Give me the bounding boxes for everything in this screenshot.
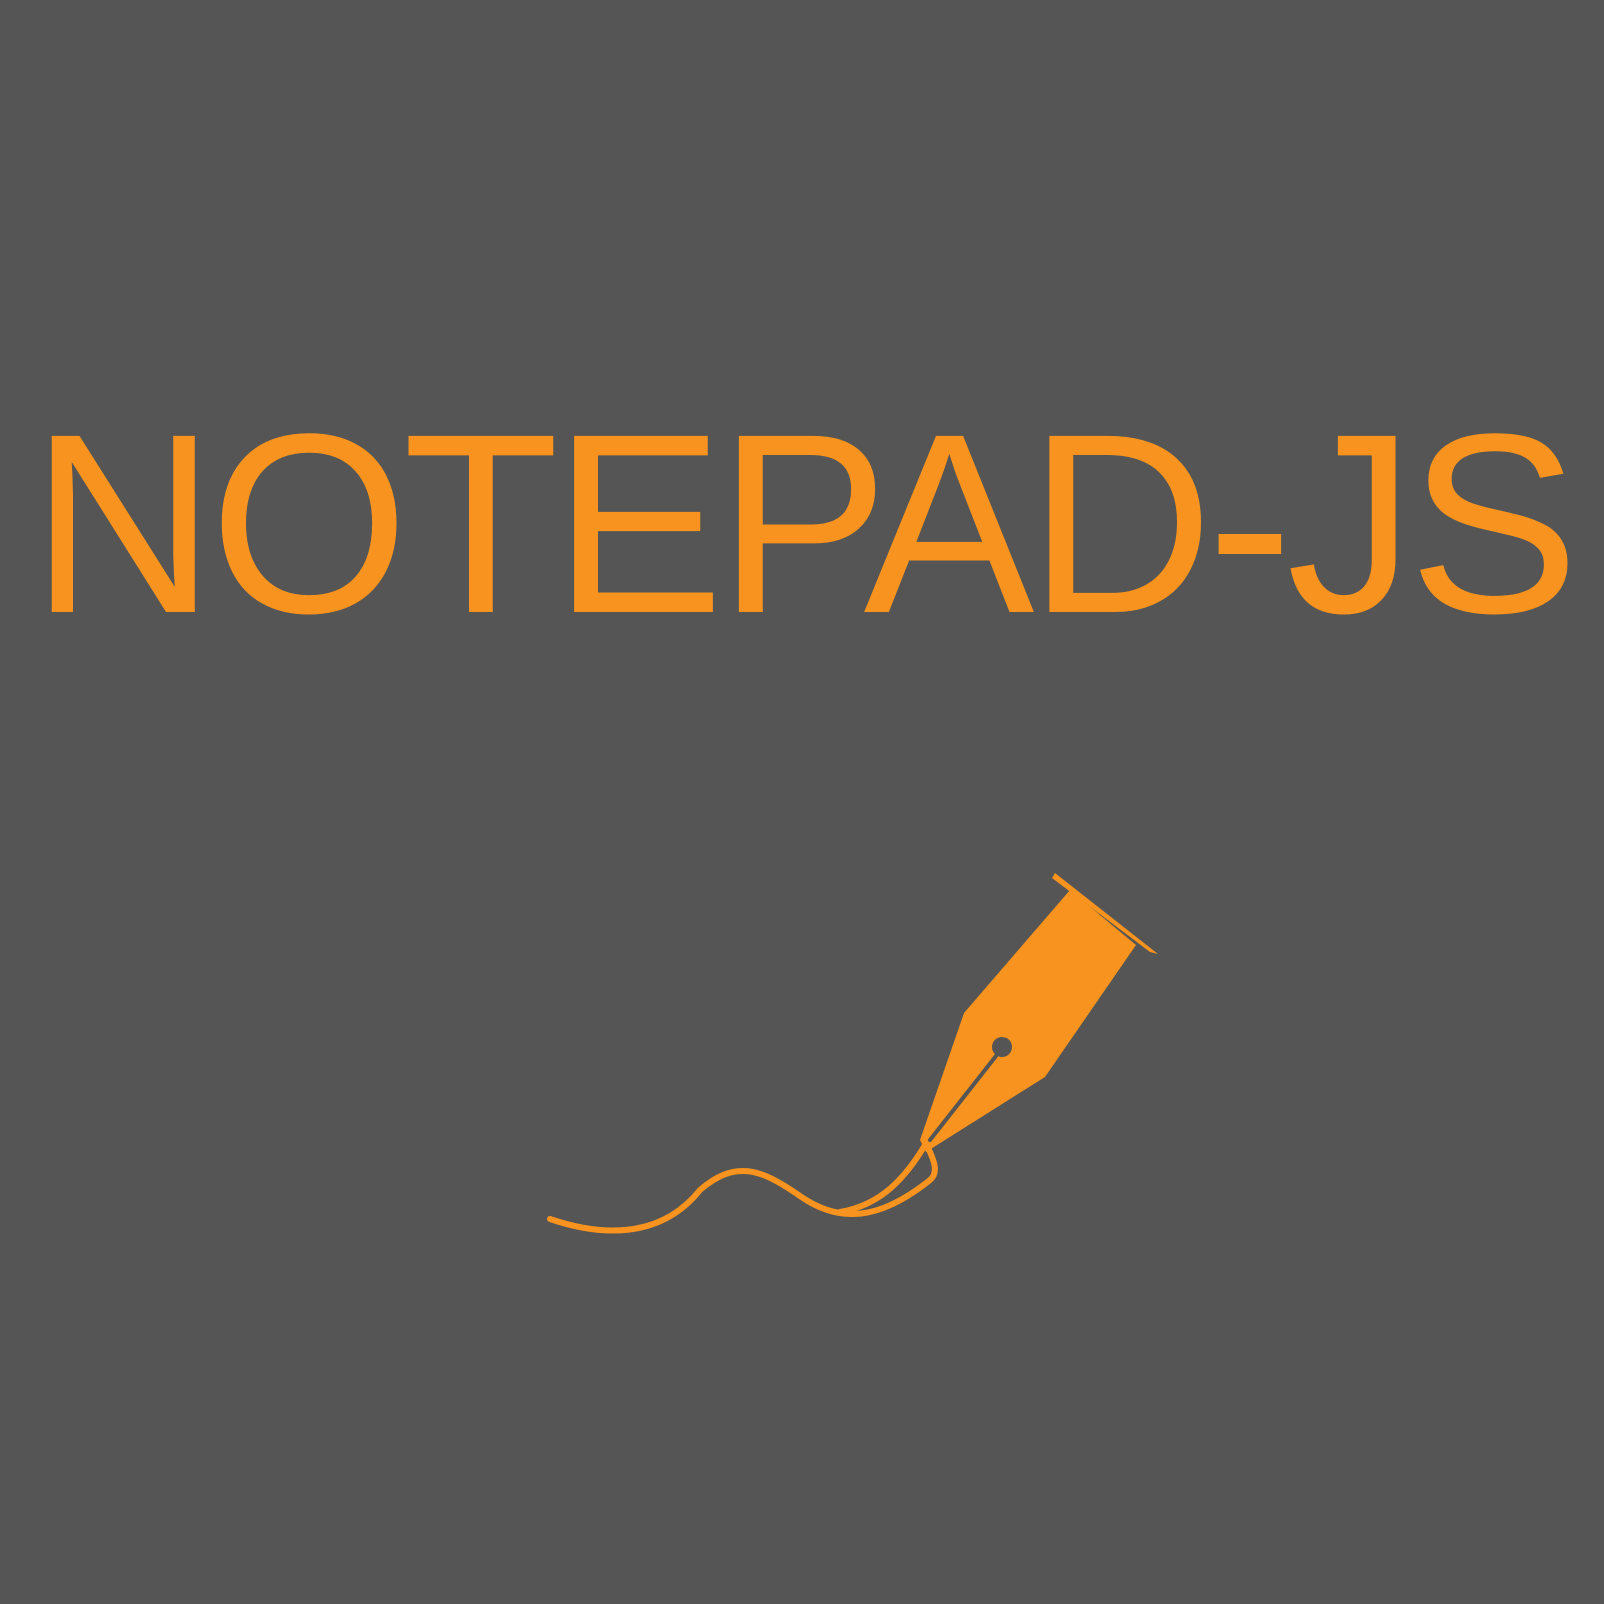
- fountain-pen-icon: [547, 873, 1158, 1234]
- nib-hole: [992, 1037, 1012, 1057]
- ink-squiggle-tail: [837, 1137, 931, 1215]
- logo-canvas: NOTEPAD-JS: [0, 0, 1604, 1604]
- ink-squiggle: [547, 1139, 938, 1234]
